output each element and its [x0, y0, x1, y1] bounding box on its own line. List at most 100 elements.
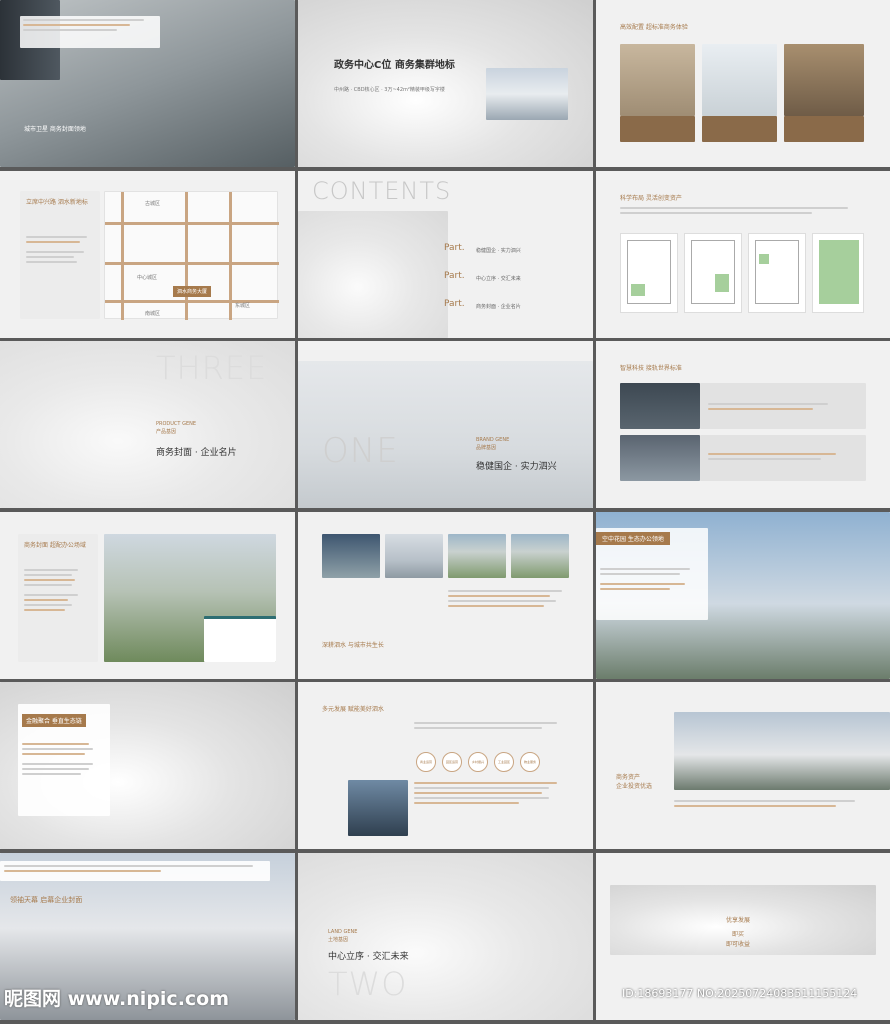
slide-diversified: 多元发展 赋能美好泗水 商业运营 园区运营 乡村振兴 工业园区 物业服务 — [298, 682, 593, 849]
section-title: 中心立序 · 交汇未来 — [328, 952, 409, 962]
closing-line-2: 即买 — [732, 931, 745, 938]
slide-title: 智慧科技 接轨世界标准 — [620, 365, 682, 372]
text-overlay — [20, 16, 160, 48]
slide-title: 科学布局 灵活创变资产 — [620, 195, 682, 202]
text-block — [448, 590, 568, 630]
part-label: Part. — [444, 271, 465, 281]
slide-office-specs: 商务封面 超配办公场域 — [0, 512, 295, 679]
watermark-text: 昵图网 www.nipic.com — [4, 988, 230, 1010]
caption-box — [784, 116, 864, 142]
map-label: 古城区 — [145, 201, 161, 207]
canteen-photo — [784, 44, 864, 116]
text-box — [700, 435, 866, 481]
slide-city-growth: 深耕泗水 与城市共生长 — [298, 512, 593, 679]
part-label: Part. — [444, 299, 465, 309]
floorplan — [684, 233, 742, 313]
text-block — [414, 782, 564, 834]
business-circles: 商业运营 园区运营 乡村振兴 工业园区 物业服务 — [416, 752, 540, 772]
slide-title: 金融聚合 垂直生态链 — [22, 714, 86, 727]
white-curve-bg — [298, 211, 448, 338]
map-label: 中心城区 — [137, 275, 158, 281]
section-label-cn: 产品基因 — [156, 429, 177, 435]
slide-title: 领袖天幕 启幕企业封面 — [10, 896, 83, 904]
floorplan — [748, 233, 806, 313]
part-text: 商务封面 · 企业名片 — [476, 304, 521, 310]
section-label-cn: 品牌基因 — [476, 445, 497, 451]
slide-facilities: 高效配置 超标准商务体验 — [596, 0, 890, 167]
slide-title: 商务封面 超配办公场域 — [24, 542, 86, 549]
slide-smart-tech: 智慧科技 接轨世界标准 — [596, 341, 890, 508]
section-label-en: LAND GENE — [328, 929, 358, 935]
elevator-photo — [620, 44, 695, 116]
slide-title: 多元发展 赋能美好泗水 — [322, 706, 384, 713]
office-building-photo — [674, 712, 890, 790]
business-circle: 乡村振兴 — [468, 752, 488, 772]
text-panel: 金融聚合 垂直生态链 — [18, 704, 110, 816]
caption-box — [702, 116, 777, 142]
slide-section-one: ONE BRAND GENE 品牌基因 稳健国企 · 实力泗兴 — [298, 341, 593, 508]
text-block — [620, 207, 860, 219]
contents-title: CONTENTS — [312, 177, 452, 205]
text-panel: 立席中兴路 泗水新地标 — [20, 191, 100, 319]
part-text: 稳健国企 · 实力泗兴 — [476, 248, 521, 254]
project-photo — [448, 534, 506, 578]
slide-floorplans: 科学布局 灵活创变资产 — [596, 171, 890, 338]
image-id-text: ID:18693177 NO:20250724083511155124 — [622, 987, 858, 1000]
project-photo — [511, 534, 569, 578]
section-ghost-number: ONE — [322, 431, 399, 471]
caption-box — [620, 116, 695, 142]
slide-title: 深耕泗水 与城市共生长 — [322, 642, 384, 649]
spec-table — [204, 616, 276, 662]
building-photo — [486, 68, 568, 120]
section-ghost-number: TWO — [328, 965, 408, 1003]
device-photo — [620, 383, 700, 429]
floorplan — [620, 233, 678, 313]
map-label: 南城区 — [145, 311, 161, 317]
slide-cover: 政务中心C位 商务集群地标 中州路 · CBD核心区 · 3万~42m²精装甲级… — [298, 0, 593, 167]
text-block — [674, 800, 864, 820]
slide-contents: CONTENTS Part. 稳健国企 · 实力泗兴 Part. 中心立序 · … — [298, 171, 593, 338]
cover-subtitle: 中州路 · CBD核心区 · 3万~42m²精装甲级写字楼 — [334, 87, 445, 93]
closing-line-3: 即可收益 — [726, 941, 751, 948]
business-circle: 商业运营 — [416, 752, 436, 772]
project-photo — [322, 534, 380, 578]
section-title: 稳健国企 · 实力泗兴 — [476, 462, 557, 472]
road-map: 古城区 中心城区 东城区 南城区 泗水商务大厦 — [104, 191, 279, 320]
slide-title: 立席中兴路 泗水新地标 — [26, 199, 88, 206]
slide-city-aerial: 城市卫星 商务封面领地 — [0, 0, 295, 167]
slide-sky-garden: 空中花园 生态办公领地 — [596, 512, 890, 679]
slide-caption: 城市卫星 商务封面领地 — [24, 126, 86, 133]
business-circle: 物业服务 — [520, 752, 540, 772]
section-title: 商务封面 · 企业名片 — [156, 448, 237, 458]
section-label-en: PRODUCT GENE — [156, 421, 197, 427]
floorplan — [812, 233, 864, 313]
project-photo — [385, 534, 443, 578]
tower-photo — [348, 780, 408, 836]
slide-title-2: 企业投资优选 — [616, 783, 653, 790]
slide-finance: 金融聚合 垂直生态链 — [0, 682, 295, 849]
text-bar — [0, 861, 270, 881]
part-label: Part. — [444, 243, 465, 253]
text-panel: 商务封面 超配办公场域 — [18, 534, 98, 662]
section-label-cn: 土地基因 — [328, 937, 349, 943]
text-box — [700, 383, 866, 429]
slide-title: 高效配置 超标准商务体验 — [620, 24, 688, 31]
ceiling-photo — [702, 44, 777, 116]
text-panel: 空中花园 生态办公领地 — [596, 528, 708, 620]
slide-asset: 商务资产 企业投资优选 — [596, 682, 890, 849]
slide-section-two: LAND GENE 土地基因 中心立序 · 交汇未来 TWO — [298, 853, 593, 1020]
project-marker: 泗水商务大厦 — [173, 286, 212, 297]
text-block — [414, 722, 564, 746]
part-text: 中心立序 · 交汇未来 — [476, 276, 521, 282]
map-label: 东城区 — [235, 303, 251, 309]
closing-line-1: 优享发展 — [726, 917, 751, 924]
slide-title-1: 商务资产 — [616, 774, 641, 781]
gate-photo — [620, 435, 700, 481]
section-label-en: BRAND GENE — [476, 437, 510, 443]
slide-grid: 城市卫星 商务封面领地 政务中心C位 商务集群地标 中州路 · CBD核心区 ·… — [0, 0, 890, 1024]
business-circle: 园区运营 — [442, 752, 462, 772]
slide-location-map: 立席中兴路 泗水新地标 古城区 中心城区 东城区 南城区 泗水商务大厦 — [0, 171, 295, 338]
slide-section-three: THREE PRODUCT GENE 产品基因 商务封面 · 企业名片 — [0, 341, 295, 508]
section-ghost-number: THREE — [156, 349, 268, 387]
cover-title: 政务中心C位 商务集群地标 — [334, 60, 455, 71]
